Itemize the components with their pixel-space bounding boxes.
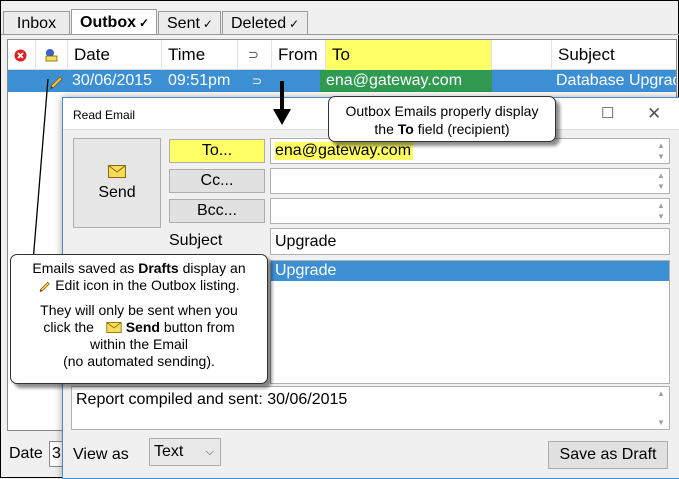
subject-field-value: Upgrade bbox=[275, 232, 337, 250]
send-button[interactable]: Send bbox=[73, 138, 161, 228]
table-row[interactable]: 30/06/2015 09:51pm ⊃ ena@gateway.com Dat… bbox=[8, 70, 676, 92]
tab-outbox[interactable]: Outbox ✓ bbox=[71, 9, 157, 35]
header-subject[interactable]: Subject bbox=[552, 40, 676, 70]
header-status[interactable] bbox=[36, 40, 68, 70]
header-spacer bbox=[492, 40, 552, 70]
drafts-callout-line1: Emails saved as Drafts display an bbox=[32, 260, 246, 276]
pencil-edit-icon bbox=[39, 281, 51, 292]
header-date[interactable]: Date bbox=[68, 40, 162, 70]
bcc-button[interactable]: Bcc... bbox=[169, 199, 265, 223]
mail-status-icon bbox=[45, 49, 58, 62]
tab-outbox-label: Outbox bbox=[80, 13, 136, 31]
outbox-callout-line2: the To field (recipient) bbox=[374, 121, 510, 137]
callout-pointer-line bbox=[32, 78, 49, 263]
email-body-preview[interactable]: Upgrade bbox=[270, 260, 670, 384]
subject-label: Subject bbox=[169, 232, 223, 249]
cc-field-spinner[interactable]: ▲ ▼ bbox=[655, 169, 667, 193]
chevron-down-icon: ⌵ bbox=[205, 445, 214, 458]
drafts-callout-line6: (no automated sending). bbox=[63, 353, 215, 369]
to-field-spinner[interactable]: ▲ ▼ bbox=[655, 139, 667, 163]
tab-deleted[interactable]: Deleted ✓ bbox=[222, 11, 308, 35]
outbox-callout: Outbox Emails properly display the To fi… bbox=[328, 96, 556, 142]
checkmark-icon: ✓ bbox=[139, 15, 150, 30]
header-delete[interactable] bbox=[8, 40, 36, 70]
tab-sent-label: Sent bbox=[167, 14, 200, 32]
bcc-field-spinner[interactable]: ▲ ▼ bbox=[655, 199, 667, 223]
checkmark-icon: ✓ bbox=[289, 16, 300, 31]
tab-inbox-label: Inbox bbox=[16, 14, 57, 32]
tab-deleted-label: Deleted bbox=[231, 14, 287, 32]
cc-button[interactable]: Cc... bbox=[169, 169, 265, 193]
drafts-callout-line3: They will only be sent when you bbox=[40, 302, 238, 318]
delete-icon bbox=[14, 49, 27, 61]
row-attachment: ⊃ bbox=[246, 70, 266, 92]
to-button[interactable]: To... bbox=[169, 139, 265, 163]
envelope-icon bbox=[106, 322, 122, 333]
row-time: 09:51pm bbox=[168, 72, 231, 89]
paperclip-icon: ⊃ bbox=[252, 74, 263, 88]
view-as-value: Text bbox=[154, 443, 184, 460]
header-time[interactable]: Time bbox=[162, 40, 238, 70]
save-as-draft-button[interactable]: Save as Draft bbox=[548, 441, 668, 469]
mailbox-tabs: Inbox Outbox ✓ Sent ✓ Deleted ✓ bbox=[3, 9, 309, 35]
email-body[interactable]: Report compiled and sent: 30/06/2015 ▲ ▼ bbox=[71, 386, 670, 430]
tabs-divider bbox=[1, 34, 679, 35]
view-as-select[interactable]: Text ⌵ bbox=[149, 438, 221, 466]
envelope-icon bbox=[108, 164, 126, 178]
tab-sent[interactable]: Sent ✓ bbox=[158, 11, 221, 35]
checkmark-icon: ✓ bbox=[202, 16, 213, 31]
drafts-callout: Emails saved as Drafts display an Edit i… bbox=[10, 254, 268, 384]
drafts-callout-line2: Edit icon in the Outbox listing. bbox=[11, 277, 267, 294]
drafts-callout-line4: click the Send button from bbox=[43, 319, 235, 335]
outbox-window: Inbox Outbox ✓ Sent ✓ Deleted ✓ Date Tim… bbox=[0, 0, 679, 479]
dialog-title: Read Email bbox=[73, 108, 136, 122]
header-attachment[interactable]: ⊃ bbox=[238, 40, 272, 70]
row-to: ena@gateway.com bbox=[320, 70, 492, 92]
cc-field[interactable]: ▲ ▼ bbox=[270, 168, 670, 194]
list-header: Date Time ⊃ From To Subject bbox=[8, 40, 676, 70]
send-button-label: Send bbox=[98, 183, 136, 201]
email-body-text: Report compiled and sent: 30/06/2015 bbox=[76, 391, 348, 408]
body-selected-line: Upgrade bbox=[271, 261, 669, 281]
to-field-value: ena@gateway.com bbox=[275, 142, 414, 160]
view-as-label: View as bbox=[73, 446, 129, 463]
header-from[interactable]: From bbox=[272, 40, 326, 70]
maximize-icon[interactable]: ☐ bbox=[601, 104, 614, 122]
close-icon[interactable]: ✕ bbox=[647, 104, 661, 124]
row-subject: Database Upgrade bbox=[556, 72, 677, 89]
paperclip-icon: ⊃ bbox=[248, 47, 259, 62]
pointer-arrow bbox=[273, 81, 291, 125]
tab-inbox[interactable]: Inbox bbox=[3, 11, 70, 35]
drafts-callout-line5: within the Email bbox=[89, 336, 189, 352]
body-scrollbar[interactable]: ▲ ▼ bbox=[655, 387, 667, 429]
subject-field[interactable]: Upgrade bbox=[270, 228, 670, 255]
date-filter-label: Date bbox=[9, 445, 43, 462]
row-date: 30/06/2015 bbox=[72, 72, 153, 89]
header-to[interactable]: To bbox=[326, 40, 492, 70]
bcc-field[interactable]: ▲ ▼ bbox=[270, 198, 670, 224]
outbox-callout-line1: Outbox Emails properly display bbox=[345, 103, 539, 119]
